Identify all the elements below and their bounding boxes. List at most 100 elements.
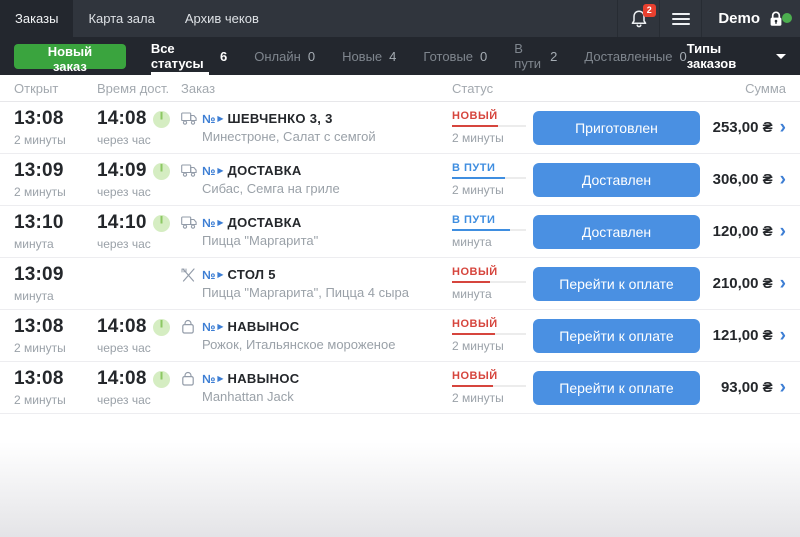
table-row[interactable]: 13:09 2 минуты 14:09 через час — [0, 154, 800, 206]
order-number-label: № — [202, 372, 215, 386]
table-row[interactable]: 13:08 2 минуты 14:08 через час — [0, 102, 800, 154]
opened-cell: 13:08 2 минуты — [14, 316, 97, 355]
order-number-label: № — [202, 216, 215, 230]
sum-cell: 306,00 ₴ › — [700, 170, 786, 189]
row-chevron-right-icon[interactable]: › — [780, 274, 786, 293]
order-items: Пицца "Маргарита" — [181, 233, 452, 248]
order-items: Пицца "Маргарита", Пицца 4 сыра — [181, 285, 452, 300]
nav-tabs: Заказы Карта зала Архив чеков — [0, 0, 274, 37]
delivery-cell: 14:09 через час — [97, 160, 181, 199]
sum-cell: 210,00 ₴ › — [700, 274, 786, 293]
delivery-in: через час — [97, 341, 181, 355]
row-chevron-right-icon[interactable]: › — [780, 378, 786, 397]
top-navbar: Заказы Карта зала Архив чеков 2 — [0, 0, 800, 37]
timer-icon — [153, 163, 170, 180]
hamburger-icon — [672, 13, 690, 25]
order-cell: № ▶ ШЕВЧЕНКО 3, 3 Минестроне, Салат с се… — [181, 111, 452, 144]
opened-ago: 2 минуты — [14, 133, 97, 147]
order-sum: 306,00 ₴ — [713, 171, 773, 188]
opened-time: 13:08 — [14, 108, 97, 130]
nav-tab-orders[interactable]: Заказы — [0, 0, 73, 37]
filter-delivered[interactable]: Доставленные 0 — [584, 37, 686, 75]
opened-cell: 13:09 минута — [14, 264, 97, 303]
nav-tab-receipts-archive[interactable]: Архив чеков — [170, 0, 274, 37]
order-action-button[interactable]: Доставлен — [533, 215, 700, 249]
table-row[interactable]: 13:09 минута — [0, 258, 800, 310]
filter-in-transit[interactable]: В пути 2 — [514, 37, 557, 75]
header-sum: Сумма — [700, 81, 786, 96]
timer-icon — [153, 319, 170, 336]
status-progress-track — [452, 177, 526, 179]
filter-count: 2 — [550, 49, 557, 64]
notifications-button[interactable]: 2 — [617, 0, 659, 37]
order-sum: 120,00 ₴ — [713, 223, 773, 240]
delivery-in: через час — [97, 133, 181, 147]
filter-label: Доставленные — [584, 49, 672, 64]
nav-tab-receipts-archive-label: Архив чеков — [185, 11, 259, 26]
status-progress-track — [452, 125, 526, 127]
order-title: ДОСТАВКА — [228, 163, 302, 178]
action-cell: Приготовлен — [533, 111, 700, 145]
opened-ago: минута — [14, 237, 97, 251]
action-cell: Перейти к оплате — [533, 267, 700, 301]
status-elapsed: 2 минуты — [452, 391, 533, 405]
order-cell: № ▶ ДОСТАВКА Пицца "Маргарита" — [181, 215, 452, 248]
table-row[interactable]: 13:08 2 минуты 14:08 через час — [0, 362, 800, 414]
takeout-bag-icon — [181, 319, 197, 334]
delivery-cell — [97, 282, 181, 285]
order-types-dropdown[interactable]: Типы заказов — [687, 41, 786, 71]
order-action-button[interactable]: Перейти к оплате — [533, 371, 700, 405]
delivery-cell: 14:08 через час — [97, 316, 181, 355]
order-action-button[interactable]: Перейти к оплате — [533, 319, 700, 353]
nav-tab-hall-map[interactable]: Карта зала — [73, 0, 169, 37]
status-label: В ПУТИ — [452, 214, 533, 226]
status-elapsed: 2 минуты — [452, 183, 533, 197]
row-chevron-right-icon[interactable]: › — [780, 170, 786, 189]
order-action-button[interactable]: Перейти к оплате — [533, 267, 700, 301]
status-elapsed: 2 минуты — [452, 131, 533, 145]
opened-time: 13:08 — [14, 316, 97, 338]
order-status: В ПУТИ минута — [452, 214, 533, 249]
order-sum: 210,00 ₴ — [713, 275, 773, 292]
status-progress-fill — [452, 177, 505, 179]
filter-label: Новые — [342, 49, 382, 64]
delivery-cell: 14:08 через час — [97, 108, 181, 147]
opened-time: 13:10 — [14, 212, 97, 234]
table-row[interactable]: 13:08 2 минуты 14:08 через час — [0, 310, 800, 362]
opened-cell: 13:09 2 минуты — [14, 160, 97, 199]
row-chevron-right-icon[interactable]: › — [780, 118, 786, 137]
status-progress-fill — [452, 385, 493, 387]
order-status: В ПУТИ 2 минуты — [452, 162, 533, 197]
order-status: НОВЫЙ минута — [452, 266, 533, 301]
row-chevron-right-icon[interactable]: › — [780, 222, 786, 241]
filter-label: Все статусы — [151, 41, 213, 71]
table-row[interactable]: 13:10 минута 14:10 через час — [0, 206, 800, 258]
status-progress-fill — [452, 229, 510, 231]
order-status: НОВЫЙ 2 минуты — [452, 110, 533, 145]
filter-all-statuses[interactable]: Все статусы 6 — [151, 37, 227, 75]
filter-count: 0 — [308, 49, 315, 64]
menu-button[interactable] — [659, 0, 701, 37]
status-label: В ПУТИ — [452, 162, 533, 174]
order-sum: 121,00 ₴ — [713, 327, 773, 344]
online-status-dot — [782, 13, 792, 23]
timer-icon — [153, 371, 170, 388]
filter-new[interactable]: Новые 4 — [342, 37, 396, 75]
order-items: Минестроне, Салат с семгой — [181, 129, 452, 144]
order-action-button[interactable]: Доставлен — [533, 163, 700, 197]
row-chevron-right-icon[interactable]: › — [780, 326, 786, 345]
delivery-truck-icon — [181, 216, 197, 229]
order-status: НОВЫЙ 2 минуты — [452, 370, 533, 405]
filter-bar: Новый заказ Все статусы 6 Онлайн 0 Новые… — [0, 37, 800, 75]
filter-label: Онлайн — [254, 49, 301, 64]
new-order-button[interactable]: Новый заказ — [14, 44, 126, 69]
order-number-label: № — [202, 268, 215, 282]
order-caret-icon: ▶ — [217, 270, 223, 279]
order-action-button[interactable]: Приготовлен — [533, 111, 700, 145]
delivery-truck-icon — [181, 112, 197, 125]
filter-online[interactable]: Онлайн 0 — [254, 37, 315, 75]
filter-ready[interactable]: Готовые 0 — [423, 37, 487, 75]
filter-label: Готовые — [423, 49, 473, 64]
delivery-in: через час — [97, 185, 181, 199]
action-cell: Перейти к оплате — [533, 319, 700, 353]
